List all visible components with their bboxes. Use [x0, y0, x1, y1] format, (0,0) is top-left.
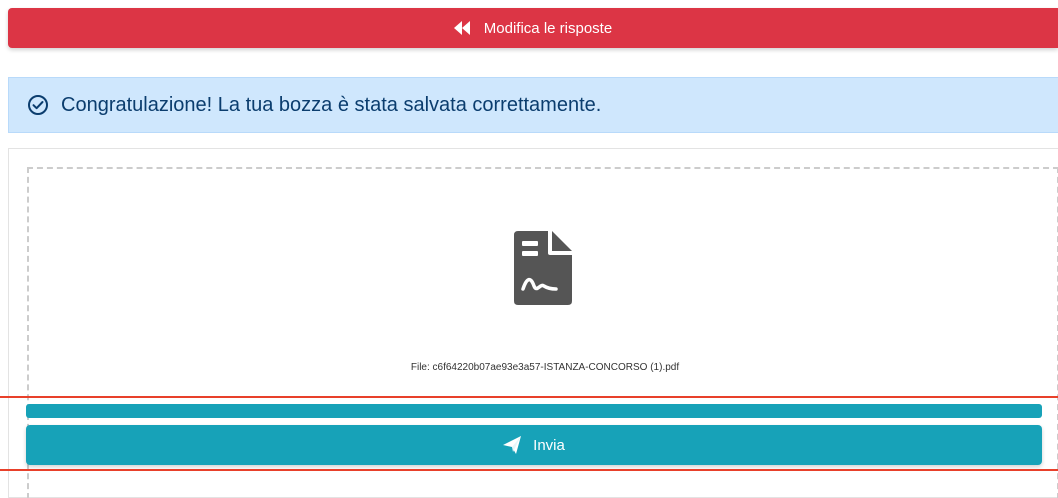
send-button[interactable]: Invia — [26, 425, 1042, 465]
highlight-line-top — [0, 396, 1058, 398]
edit-answers-label: Modifica le risposte — [483, 19, 613, 37]
file-signature-icon — [514, 231, 572, 305]
page: Modifica le risposte Congratulazione! La… — [0, 0, 1058, 498]
send-button-label: Invia — [533, 436, 565, 454]
paper-plane-icon — [503, 436, 522, 454]
success-alert: Congratulazione! La tua bozza è stata sa… — [8, 77, 1058, 133]
fast-backward-icon — [453, 21, 472, 35]
alert-message: Congratulazione! La tua bozza è stata sa… — [61, 93, 602, 116]
edit-answers-button[interactable]: Modifica le risposte — [8, 8, 1058, 48]
check-circle-icon — [27, 94, 49, 116]
highlight-line-bottom — [0, 469, 1058, 471]
file-name-label: File: c6f64220b07ae93e3a57-ISTANZA-CONCO… — [410, 362, 680, 373]
upload-progress-bar — [26, 404, 1042, 418]
